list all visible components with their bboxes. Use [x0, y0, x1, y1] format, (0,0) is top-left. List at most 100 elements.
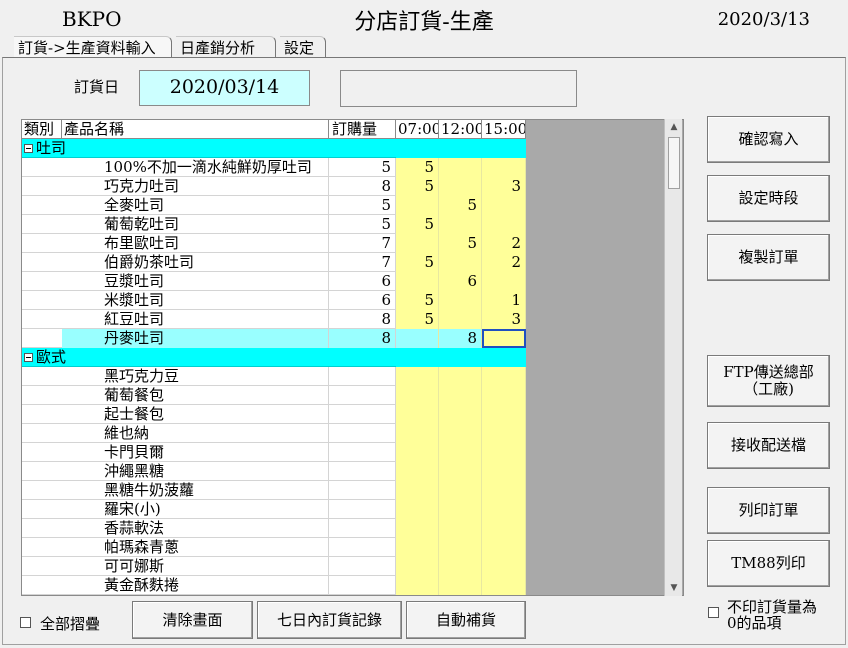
qty-1500-cell[interactable]: 1: [482, 291, 526, 310]
order-qty-cell[interactable]: [329, 405, 396, 424]
product-name-cell[interactable]: 伯爵奶茶吐司: [62, 253, 329, 272]
qty-0700-cell[interactable]: [396, 500, 439, 519]
qty-1500-cell[interactable]: [482, 215, 526, 234]
qty-0700-cell[interactable]: [396, 538, 439, 557]
auto-refill-button[interactable]: 自動補貨: [406, 601, 526, 639]
confirm-write-button[interactable]: 確認寫入: [707, 116, 830, 163]
set-time-button[interactable]: 設定時段: [707, 175, 830, 222]
table-row[interactable]: 100%不加一滴水純鮮奶厚吐司 5 5: [22, 158, 526, 177]
collapse-all-checkbox[interactable]: 全部摺疊: [20, 613, 100, 634]
qty-1500-cell[interactable]: [482, 329, 526, 348]
qty-0700-cell[interactable]: [396, 234, 439, 253]
receive-delivery-button[interactable]: 接收配送檔: [707, 422, 830, 469]
qty-1500-cell[interactable]: 2: [482, 253, 526, 272]
qty-1500-cell[interactable]: [482, 481, 526, 500]
product-name-cell[interactable]: 布里歐吐司: [62, 234, 329, 253]
qty-1200-cell[interactable]: [439, 405, 482, 424]
qty-1200-cell[interactable]: [439, 481, 482, 500]
table-row[interactable]: 羅宋(小): [22, 500, 526, 519]
qty-1200-cell[interactable]: [439, 291, 482, 310]
collapse-minus-icon[interactable]: [24, 353, 33, 362]
qty-1500-cell[interactable]: [482, 557, 526, 576]
qty-1200-cell[interactable]: [439, 215, 482, 234]
product-name-cell[interactable]: 帕瑪森青蔥: [62, 538, 329, 557]
product-name-cell[interactable]: 起士餐包: [62, 405, 329, 424]
qty-1200-cell[interactable]: 6: [439, 272, 482, 291]
qty-1200-cell[interactable]: 8: [439, 329, 482, 348]
table-row[interactable]: 卡門貝爾: [22, 443, 526, 462]
order-qty-cell[interactable]: 5: [329, 215, 396, 234]
table-row[interactable]: 帕瑪森青蔥: [22, 538, 526, 557]
qty-1500-cell[interactable]: [482, 538, 526, 557]
qty-1200-cell[interactable]: 5: [439, 196, 482, 215]
table-row[interactable]: 可可娜斯: [22, 557, 526, 576]
product-name-cell[interactable]: 可可娜斯: [62, 557, 329, 576]
scroll-down-icon[interactable]: ▼: [665, 580, 683, 596]
order-qty-cell[interactable]: 8: [329, 310, 396, 329]
product-name-cell[interactable]: 葡萄餐包: [62, 386, 329, 405]
table-row[interactable]: 米漿吐司 6 5 1: [22, 291, 526, 310]
order-qty-cell[interactable]: [329, 481, 396, 500]
product-name-cell[interactable]: 維也納: [62, 424, 329, 443]
qty-1200-cell[interactable]: [439, 500, 482, 519]
qty-1500-cell[interactable]: [482, 500, 526, 519]
table-row[interactable]: 葡萄餐包: [22, 386, 526, 405]
order-qty-cell[interactable]: 7: [329, 234, 396, 253]
qty-1500-cell[interactable]: 2: [482, 234, 526, 253]
product-name-cell[interactable]: 巧克力吐司: [62, 177, 329, 196]
order-qty-cell[interactable]: [329, 576, 396, 595]
table-row[interactable]: 伯爵奶茶吐司 7 5 2: [22, 253, 526, 272]
seven-day-history-button[interactable]: 七日內訂貨記錄: [257, 601, 402, 639]
order-qty-cell[interactable]: 5: [329, 158, 396, 177]
column-header-1500[interactable]: 15:00: [482, 120, 526, 139]
table-row[interactable]: 維也納: [22, 424, 526, 443]
order-qty-cell[interactable]: 8: [329, 177, 396, 196]
qty-1500-cell[interactable]: [482, 519, 526, 538]
table-row[interactable]: 起士餐包: [22, 405, 526, 424]
scroll-thumb[interactable]: [668, 137, 680, 189]
column-header-qty[interactable]: 訂購量: [329, 120, 396, 139]
qty-1200-cell[interactable]: 5: [439, 234, 482, 253]
table-row[interactable]: 黑巧克力豆: [22, 367, 526, 386]
qty-0700-cell[interactable]: [396, 386, 439, 405]
column-header-product[interactable]: 產品名稱: [62, 120, 329, 139]
qty-1500-cell[interactable]: [482, 158, 526, 177]
qty-1500-cell[interactable]: [482, 386, 526, 405]
qty-1200-cell[interactable]: [439, 158, 482, 177]
scroll-up-icon[interactable]: ▲: [665, 119, 683, 135]
qty-1500-cell[interactable]: [482, 424, 526, 443]
qty-1500-cell[interactable]: 3: [482, 177, 526, 196]
column-header-category[interactable]: 類別: [22, 120, 62, 139]
product-name-cell[interactable]: 豆漿吐司: [62, 272, 329, 291]
order-grid[interactable]: 類別 產品名稱 訂購量 07:00 12:00 15:00 吐司 100%不加一滴…: [21, 119, 684, 596]
column-header-0700[interactable]: 07:00: [396, 120, 439, 139]
order-qty-cell[interactable]: [329, 462, 396, 481]
order-qty-cell[interactable]: 8: [329, 329, 396, 348]
qty-0700-cell[interactable]: [396, 576, 439, 595]
order-qty-cell[interactable]: [329, 557, 396, 576]
qty-1200-cell[interactable]: [439, 177, 482, 196]
order-qty-cell[interactable]: [329, 386, 396, 405]
order-qty-cell[interactable]: 5: [329, 196, 396, 215]
qty-0700-cell[interactable]: 5: [396, 291, 439, 310]
product-name-cell[interactable]: 卡門貝爾: [62, 443, 329, 462]
group-row[interactable]: 吐司: [22, 139, 526, 158]
qty-0700-cell[interactable]: 5: [396, 158, 439, 177]
column-header-1200[interactable]: 12:00: [439, 120, 482, 139]
qty-0700-cell[interactable]: 5: [396, 215, 439, 234]
copy-order-button[interactable]: 複製訂單: [707, 234, 830, 281]
product-name-cell[interactable]: 米漿吐司: [62, 291, 329, 310]
qty-0700-cell[interactable]: 5: [396, 253, 439, 272]
order-qty-cell[interactable]: [329, 443, 396, 462]
qty-1500-cell[interactable]: [482, 443, 526, 462]
collapse-minus-icon[interactable]: [24, 144, 33, 153]
table-row[interactable]: 巧克力吐司 8 5 3: [22, 177, 526, 196]
qty-1200-cell[interactable]: [439, 253, 482, 272]
qty-1500-cell[interactable]: [482, 196, 526, 215]
table-row[interactable]: 丹麥吐司 8 8: [22, 329, 526, 348]
tab-settings[interactable]: 設定: [280, 36, 326, 58]
qty-1200-cell[interactable]: [439, 538, 482, 557]
qty-0700-cell[interactable]: 5: [396, 177, 439, 196]
qty-1200-cell[interactable]: [439, 443, 482, 462]
qty-1200-cell[interactable]: [439, 386, 482, 405]
